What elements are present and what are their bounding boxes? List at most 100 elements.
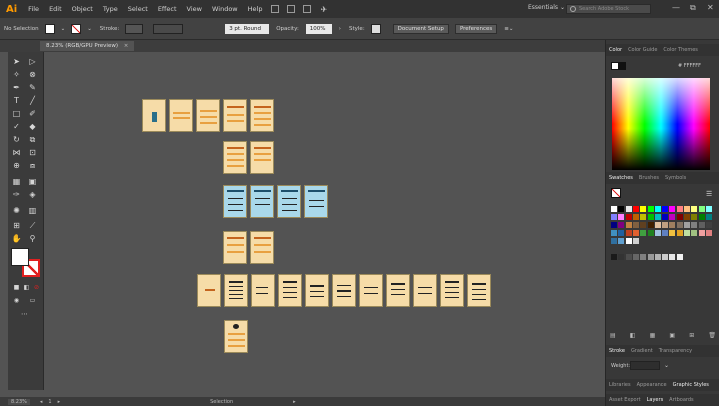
artboard[interactable] — [467, 274, 491, 307]
close-tab-icon[interactable]: × — [124, 43, 129, 49]
tab-appearance[interactable]: Appearance — [634, 382, 670, 388]
fill-color-box[interactable] — [11, 248, 29, 266]
tab-artboards[interactable]: Artboards — [666, 397, 696, 403]
tab-color[interactable]: Color — [606, 47, 625, 53]
color-swatch[interactable] — [705, 214, 712, 220]
tab-swatches[interactable]: Swatches — [606, 175, 636, 181]
stroke-label[interactable]: Stroke: — [100, 26, 119, 32]
color-swatch[interactable] — [684, 214, 690, 220]
color-swatch[interactable] — [625, 206, 632, 212]
rectangle-tool-icon[interactable]: □ — [11, 108, 22, 119]
color-swatch[interactable] — [632, 254, 639, 260]
preferences-button[interactable]: Preferences — [454, 23, 498, 34]
color-swatch[interactable] — [662, 230, 669, 236]
color-swatch[interactable] — [654, 214, 661, 220]
color-swatch[interactable] — [662, 254, 669, 260]
curvature-tool-icon[interactable]: ✎ — [27, 82, 38, 93]
chevron-right-icon[interactable]: › — [339, 26, 341, 32]
color-swatch[interactable] — [654, 222, 661, 228]
menu-object[interactable]: Object — [67, 5, 98, 13]
restore-button[interactable]: ⧉ — [690, 3, 696, 13]
color-swatch[interactable] — [662, 206, 669, 212]
color-swatch[interactable] — [625, 214, 632, 220]
scale-tool-icon[interactable]: ⧉ — [27, 134, 38, 145]
line-tool-icon[interactable]: ╱ — [27, 95, 38, 106]
color-swatch[interactable] — [654, 254, 661, 260]
color-swatch[interactable] — [691, 222, 698, 228]
color-swatch[interactable] — [676, 254, 683, 260]
variable-width-select[interactable] — [153, 23, 184, 34]
search-stock-input[interactable]: Search Adobe Stock — [566, 4, 651, 14]
tab-symbols[interactable]: Symbols — [662, 175, 689, 181]
artboard-canvas[interactable] — [44, 52, 605, 397]
tab-gradient[interactable]: Gradient — [628, 348, 656, 354]
color-swatch[interactable] — [625, 230, 632, 236]
artboard[interactable] — [277, 185, 301, 218]
color-swatch[interactable] — [669, 222, 676, 228]
menu-type[interactable]: Type — [98, 5, 123, 13]
color-swatch[interactable] — [691, 206, 698, 212]
zoom-level[interactable]: 8.23% — [8, 398, 30, 405]
fill-stroke-widget[interactable] — [11, 248, 41, 278]
tab-stroke[interactable]: Stroke — [606, 348, 628, 354]
chevron-down-icon[interactable]: ⌄ — [87, 26, 92, 32]
color-swatch[interactable] — [698, 230, 705, 236]
color-panel-stroke[interactable] — [618, 62, 626, 70]
style-label[interactable]: Style: — [349, 26, 365, 32]
stroke-swatch[interactable] — [71, 23, 82, 34]
direct-selection-tool-icon[interactable]: ▷ — [27, 56, 38, 67]
color-swatch[interactable] — [698, 214, 705, 220]
color-swatch[interactable] — [662, 214, 669, 220]
tab-color-themes[interactable]: Color Themes — [660, 47, 701, 53]
free-transform-tool-icon[interactable]: ⊡ — [27, 147, 38, 158]
color-swatch[interactable] — [684, 230, 690, 236]
color-swatch[interactable] — [640, 222, 647, 228]
arrange-documents-icon[interactable] — [303, 5, 312, 13]
artboard[interactable] — [386, 274, 410, 307]
artboard[interactable] — [250, 185, 274, 218]
chevron-right-icon[interactable]: ▸ — [293, 399, 296, 405]
list-view-icon[interactable]: ☰ — [706, 190, 712, 198]
eyedropper-tool-icon[interactable]: ✑ — [11, 189, 22, 200]
stroke-weight-input[interactable] — [630, 361, 660, 370]
fill-swatch[interactable] — [44, 23, 55, 34]
color-swatch[interactable] — [632, 214, 639, 220]
color-swatch[interactable] — [611, 214, 617, 220]
artboard[interactable] — [251, 274, 275, 307]
stroke-weight-stepper[interactable] — [125, 23, 144, 34]
artboard[interactable] — [304, 185, 328, 218]
artboard[interactable] — [223, 99, 247, 132]
color-swatch[interactable] — [654, 206, 661, 212]
artboard[interactable] — [223, 231, 247, 264]
align-options-icon[interactable]: ≡⌄ — [504, 26, 513, 32]
color-swatch[interactable] — [640, 254, 647, 260]
column-graph-tool-icon[interactable]: ▥ — [27, 205, 38, 216]
color-swatch[interactable] — [698, 222, 705, 228]
artboard[interactable] — [305, 274, 329, 307]
artboard[interactable] — [223, 141, 247, 174]
artboard[interactable] — [196, 99, 220, 132]
artboard[interactable] — [224, 274, 248, 307]
color-swatch[interactable] — [676, 230, 683, 236]
color-swatch[interactable] — [618, 206, 625, 212]
menu-file[interactable]: File — [23, 5, 44, 13]
tab-transparency[interactable]: Transparency — [656, 348, 695, 354]
chevron-down-icon[interactable]: ⌄ — [664, 362, 669, 369]
artboard-number[interactable]: 1 — [48, 399, 51, 405]
artboard[interactable] — [169, 99, 193, 132]
artboard[interactable] — [250, 231, 274, 264]
artboard[interactable] — [359, 274, 383, 307]
color-swatch[interactable] — [654, 230, 661, 236]
next-artboard-icon[interactable]: ▸ — [58, 399, 61, 405]
symbol-sprayer-tool-icon[interactable]: ✺ — [11, 205, 22, 216]
edit-toolbar-icon[interactable]: ⋯ — [19, 308, 30, 319]
color-swatch[interactable] — [705, 230, 712, 236]
color-swatch[interactable] — [691, 230, 698, 236]
swatch-libraries-icon[interactable]: ▤ — [610, 332, 616, 342]
menu-help[interactable]: Help — [243, 5, 268, 13]
color-swatch[interactable] — [669, 206, 676, 212]
artboard-tool-icon[interactable]: ⊞ — [11, 220, 22, 231]
prev-artboard-icon[interactable]: ◂ — [40, 399, 43, 405]
tab-graphic-styles[interactable]: Graphic Styles — [670, 382, 712, 388]
close-button[interactable]: ✕ — [707, 3, 714, 12]
